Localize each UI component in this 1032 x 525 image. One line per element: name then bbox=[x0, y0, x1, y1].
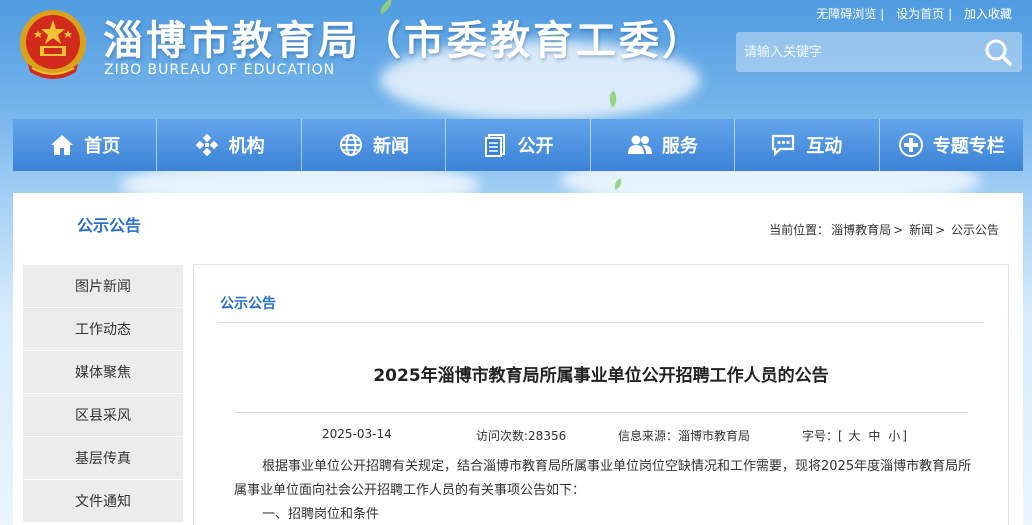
site-subtitle: ZIBO BUREAU OF EDUCATION bbox=[104, 62, 336, 78]
users-icon bbox=[627, 135, 652, 154]
set-homepage-link[interactable]: 设为首页 bbox=[896, 7, 944, 21]
breadcrumb-separator: > bbox=[893, 223, 904, 237]
globe-icon bbox=[340, 134, 363, 156]
accessibility-link[interactable]: 无障碍浏览 bbox=[816, 7, 876, 21]
font-large-button[interactable]: 大 bbox=[849, 429, 861, 443]
visit-count: 访问次数:28356 bbox=[476, 429, 567, 443]
article-paragraph: 一、招聘岗位和条件 bbox=[262, 507, 380, 522]
nav-news[interactable]: 新闻 bbox=[302, 119, 447, 171]
document-icon bbox=[485, 134, 506, 157]
nav-label: 服务 bbox=[661, 136, 698, 157]
nav-label: 互动 bbox=[806, 136, 843, 157]
chat-icon bbox=[772, 134, 795, 157]
search-box bbox=[736, 32, 1022, 72]
nav-institution[interactable]: 机构 bbox=[157, 119, 302, 171]
site-header: 淄博市教育局（市委教育工委） ZIBO BUREAU OF EDUCATION … bbox=[0, 0, 1032, 118]
search-input[interactable] bbox=[744, 40, 964, 64]
divider bbox=[218, 322, 984, 323]
nav-special-column[interactable]: 专题专栏 bbox=[880, 119, 1023, 171]
article-panel: 公示公告 2025年淄博市教育局所属事业单位公开招聘工作人员的公告 2025-0… bbox=[193, 264, 1009, 525]
sidebar: 图片新闻 工作动态 媒体聚焦 区县采风 基层传真 文件通知 bbox=[23, 265, 183, 523]
column-icon bbox=[898, 133, 923, 157]
font-small-button[interactable]: 小 bbox=[888, 429, 900, 443]
font-medium-button[interactable]: 中 bbox=[868, 429, 880, 443]
publish-date: 2025-03-14 bbox=[322, 427, 392, 441]
sidebar-item-work-updates[interactable]: 工作动态 bbox=[23, 308, 183, 351]
sidebar-item-grassroots[interactable]: 基层传真 bbox=[23, 437, 183, 480]
nav-label: 专题专栏 bbox=[932, 136, 1005, 157]
section-label: 公示公告 bbox=[220, 296, 276, 312]
nav-label: 新闻 bbox=[373, 136, 410, 157]
nav-open[interactable]: 公开 bbox=[446, 119, 591, 171]
breadcrumb-link[interactable]: 淄博教育局 bbox=[831, 223, 891, 237]
main-nav: 首页 机构 新闻 公开 服务 互动 专题专栏 bbox=[13, 119, 1023, 171]
home-icon bbox=[51, 135, 74, 155]
breadcrumb: 当前位置： 淄博教育局 > 新闻 > 公示公告 bbox=[767, 221, 999, 238]
breadcrumb-separator: > bbox=[935, 223, 946, 237]
article-title: 2025年淄博市教育局所属事业单位公开招聘工作人员的公告 bbox=[373, 366, 829, 386]
sidebar-item-media-focus[interactable]: 媒体聚焦 bbox=[23, 351, 183, 394]
divider bbox=[234, 412, 968, 413]
nav-label: 公开 bbox=[517, 136, 554, 157]
nav-label: 首页 bbox=[84, 136, 121, 157]
site-title: 淄博市教育局（市委教育工委） bbox=[103, 17, 705, 64]
nav-home[interactable]: 首页 bbox=[13, 119, 158, 171]
main-panel: 公示公告 当前位置： 淄博教育局 > 新闻 > 公示公告 图片新闻 工作动态 媒体聚焦… bbox=[13, 193, 1023, 525]
nav-label: 机构 bbox=[228, 136, 265, 157]
font-size-label: 字号： bbox=[802, 429, 839, 443]
nav-service[interactable]: 服务 bbox=[591, 119, 736, 171]
search-icon[interactable] bbox=[980, 36, 1016, 68]
sidebar-item-district-news[interactable]: 区县采风 bbox=[23, 394, 183, 437]
add-favorite-link[interactable]: 加入收藏 bbox=[964, 7, 1012, 21]
article-body: 根据事业单位公开招聘有关规定，结合淄博市教育局所属事业单位岗位空缺情况和工作需要… bbox=[234, 455, 980, 525]
info-source: 信息来源：淄博市教育局 bbox=[618, 429, 751, 443]
breadcrumb-prefix: 当前位置： bbox=[769, 223, 830, 237]
article-paragraph: 根据事业单位公开招聘有关规定，结合淄博市教育局所属事业单位岗位空缺情况和工作需要… bbox=[234, 459, 972, 498]
sidebar-title: 公示公告 bbox=[76, 216, 141, 235]
top-links: 无障碍浏览 | 设为首页 | 加入收藏 bbox=[816, 7, 1012, 21]
breadcrumb-link[interactable]: 新闻 bbox=[909, 223, 933, 237]
structure-icon bbox=[195, 133, 218, 157]
nav-interaction[interactable]: 互动 bbox=[735, 119, 880, 171]
sidebar-item-documents[interactable]: 文件通知 bbox=[23, 480, 183, 523]
sidebar-item-picture-news[interactable]: 图片新闻 bbox=[23, 265, 183, 308]
breadcrumb-current[interactable]: 公示公告 bbox=[951, 223, 999, 237]
national-emblem-icon bbox=[20, 10, 86, 79]
font-size-control: 字号：[ 大 中 小] bbox=[802, 429, 907, 443]
